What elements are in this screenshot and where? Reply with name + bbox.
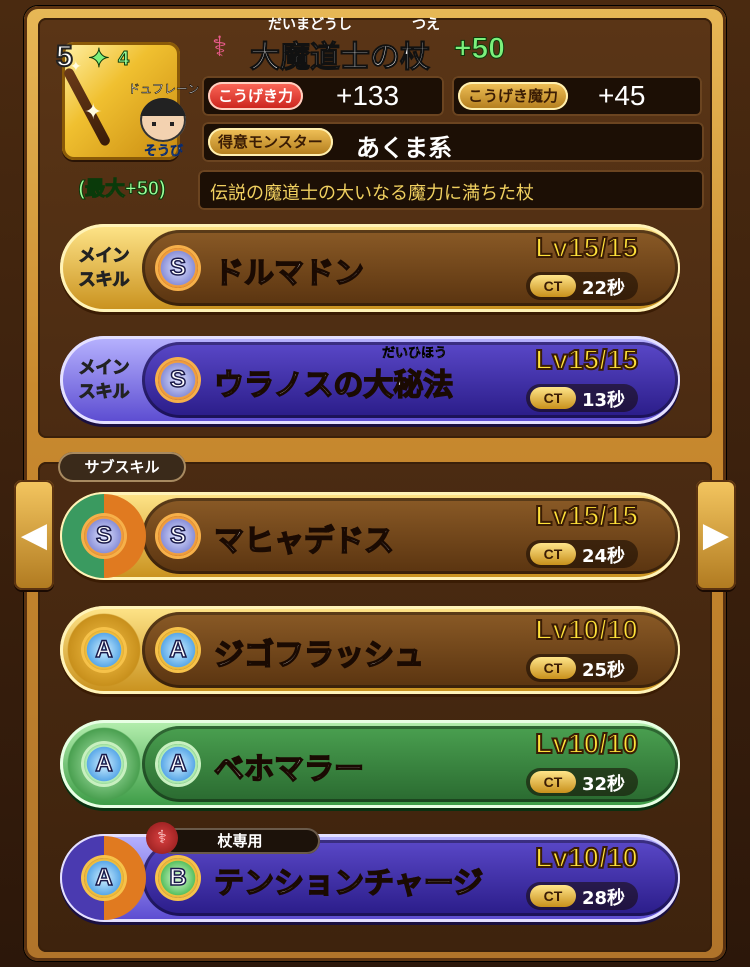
main-skill-row[interactable]: メイン スキル S ドルマドン Lv15/15 CT 22秒 bbox=[60, 224, 680, 312]
weapon-description: 伝説の魔道士の大いなる魔力に満ちた杖 bbox=[198, 170, 704, 210]
skill-rank-badge: S bbox=[158, 360, 198, 400]
ct-icon: CT bbox=[530, 657, 576, 679]
cooldown-value: 13秒 bbox=[582, 390, 626, 411]
skill-rank-badge: S bbox=[158, 516, 198, 556]
staff-icon: ⚕ bbox=[212, 30, 228, 63]
plus-star-icon: ✦ bbox=[88, 44, 111, 75]
equipped-character[interactable]: ドュフレーン そうび bbox=[128, 82, 200, 160]
cooldown: CT 28秒 bbox=[526, 882, 638, 910]
weapon-rank: 5 bbox=[55, 39, 74, 74]
weapon-title-bonus: +50 bbox=[454, 32, 506, 66]
specialty-label: 得意モンスター bbox=[208, 128, 333, 156]
cooldown: CT 24秒 bbox=[526, 540, 638, 568]
exclusive-label: 杖専用 bbox=[160, 828, 320, 854]
skill-medal: A bbox=[62, 722, 146, 806]
skill-medal: A bbox=[62, 836, 146, 920]
cooldown: CT 25秒 bbox=[526, 654, 638, 682]
specialty-value: あくま系 bbox=[356, 134, 452, 162]
skill-ruby: だいひほう bbox=[382, 346, 448, 362]
skill-rank-badge: A bbox=[158, 630, 198, 670]
stat-attack: こうげき力 +133 bbox=[202, 76, 444, 116]
skill-name: ベホマラー bbox=[213, 751, 365, 788]
skill-level: Lv15/15 bbox=[534, 343, 639, 376]
skill-name: ジゴフラッシュ bbox=[213, 637, 425, 674]
ct-icon: CT bbox=[530, 387, 576, 409]
skill-name: テンションチャージ bbox=[213, 865, 484, 902]
stat-value: +133 bbox=[336, 80, 400, 111]
ct-icon: CT bbox=[530, 885, 576, 907]
cooldown: CT 32秒 bbox=[526, 768, 638, 796]
equipped-character-name: ドュフレーン bbox=[128, 82, 200, 97]
main-skill-label: メイン スキル bbox=[78, 358, 130, 403]
main-skill-label: メイン スキル bbox=[78, 246, 130, 291]
skill-rank-badge: S bbox=[158, 248, 198, 288]
sub-skill-row[interactable]: S S マヒャデドス Lv15/15 CT 24秒 bbox=[60, 492, 680, 580]
cooldown: CT 22秒 bbox=[526, 272, 638, 300]
cooldown-value: 32秒 bbox=[582, 774, 626, 795]
sub-skill-row[interactable]: A A ジゴフラッシュ Lv10/10 CT 25秒 bbox=[60, 606, 680, 694]
skill-medal: A bbox=[62, 608, 146, 692]
stat-magic: こうげき魔力 +45 bbox=[452, 76, 702, 116]
weapon-title: 大魔道士の杖 bbox=[250, 40, 431, 76]
skill-name: ドルマドン bbox=[213, 255, 365, 292]
cooldown-value: 22秒 bbox=[582, 278, 626, 299]
stat-label: こうげき魔力 bbox=[458, 82, 569, 110]
chevron-left-icon[interactable]: ◀ bbox=[14, 480, 54, 590]
skill-rank-badge: B bbox=[158, 858, 198, 898]
chevron-right-icon[interactable]: ▶ bbox=[696, 480, 736, 590]
ct-icon: CT bbox=[530, 275, 576, 297]
cooldown-value: 25秒 bbox=[582, 660, 626, 681]
stat-value: +45 bbox=[598, 80, 646, 111]
title-ruby: だいまどうし bbox=[268, 17, 352, 33]
skill-level: Lv15/15 bbox=[534, 499, 639, 532]
medal-rank: S bbox=[84, 516, 124, 556]
ct-icon: CT bbox=[530, 543, 576, 565]
cap-graphic bbox=[140, 98, 186, 116]
skill-level: Lv10/10 bbox=[534, 841, 639, 874]
cooldown-value: 28秒 bbox=[582, 888, 626, 909]
skill-name: ウラノスの大秘法 bbox=[213, 367, 454, 404]
description-text: 伝説の魔道士の大いなる魔力に満ちた杖 bbox=[210, 183, 534, 204]
skill-rank-badge: A bbox=[158, 744, 198, 784]
staff-exclusive-icon: ⚕ bbox=[146, 822, 178, 854]
main-skill-row[interactable]: メイン スキル S だいひほう ウラノスの大秘法 Lv15/15 CT 13秒 bbox=[60, 336, 680, 424]
sparkle-icon: ✦ bbox=[84, 100, 103, 125]
stat-label: こうげき力 bbox=[208, 82, 304, 110]
medal-rank: A bbox=[84, 744, 124, 784]
sub-skill-label: サブスキル bbox=[58, 452, 186, 482]
skill-level: Lv10/10 bbox=[534, 727, 639, 760]
medal-rank: A bbox=[84, 858, 124, 898]
skill-level: Lv10/10 bbox=[534, 613, 639, 646]
skill-level: Lv15/15 bbox=[534, 231, 639, 264]
eyes-graphic bbox=[152, 122, 174, 126]
cooldown: CT 13秒 bbox=[526, 384, 638, 412]
cooldown-value: 24秒 bbox=[582, 546, 626, 567]
equip-label: そうび bbox=[144, 144, 184, 160]
skill-medal: S bbox=[62, 494, 146, 578]
sub-skill-row[interactable]: A A ベホマラー Lv10/10 CT 32秒 bbox=[60, 720, 680, 808]
ct-icon: CT bbox=[530, 771, 576, 793]
plus-level: 4 bbox=[117, 48, 130, 71]
character-avatar bbox=[140, 98, 186, 142]
medal-rank: A bbox=[84, 630, 124, 670]
skill-name: マヒャデドス bbox=[213, 523, 395, 560]
title-ruby: つえ bbox=[412, 17, 440, 33]
max-bonus: (最大+50) bbox=[78, 178, 166, 201]
specialty-monster: 得意モンスター あくま系 bbox=[202, 122, 704, 162]
